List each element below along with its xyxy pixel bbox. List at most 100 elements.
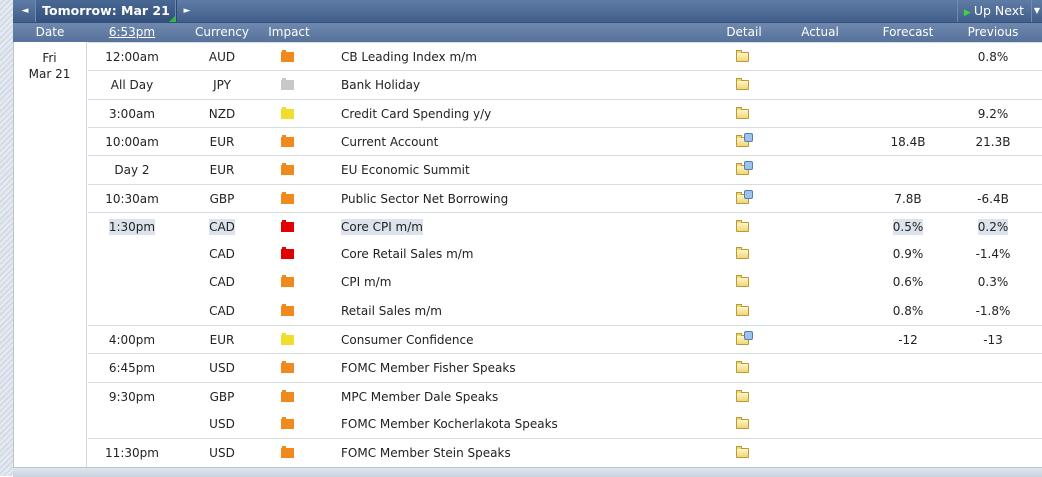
folder-icon[interactable] bbox=[736, 416, 749, 429]
event-row[interactable]: 1:30pm CAD Core CPI m/m 0.5% 0.2% bbox=[88, 211, 1042, 241]
folder-icon[interactable] bbox=[736, 361, 749, 374]
event-row[interactable]: CAD Core Retail Sales m/m 0.9% -1.4% bbox=[88, 240, 1042, 268]
event-currency: JPY bbox=[188, 71, 256, 99]
event-actual bbox=[783, 213, 853, 241]
folder-icon[interactable] bbox=[736, 446, 749, 459]
event-title[interactable]: Credit Card Spending y/y bbox=[341, 100, 701, 128]
impact-cell bbox=[281, 128, 295, 156]
folder-plus-icon[interactable] bbox=[736, 189, 753, 204]
event-title[interactable]: FOMC Member Fisher Speaks bbox=[341, 354, 701, 382]
folder-icon[interactable] bbox=[736, 247, 749, 260]
event-actual bbox=[783, 326, 853, 354]
event-row[interactable]: 12:00am AUD CB Leading Index m/m 0.8% bbox=[88, 42, 1042, 71]
event-time-text: Day 2 bbox=[114, 163, 150, 178]
detail-cell[interactable] bbox=[736, 354, 752, 382]
event-title[interactable]: Core Retail Sales m/m bbox=[341, 240, 701, 268]
menu-caret-icon[interactable]: ▼ bbox=[1031, 0, 1042, 22]
event-previous: 0.8% bbox=[953, 43, 1033, 71]
folder-plus-icon[interactable] bbox=[736, 132, 753, 147]
event-forecast bbox=[868, 100, 948, 128]
next-day-arrow-icon[interactable]: ► bbox=[175, 0, 198, 22]
event-row[interactable]: CAD Retail Sales m/m 0.8% -1.8% bbox=[88, 297, 1042, 325]
detail-cell[interactable] bbox=[736, 213, 752, 241]
event-row[interactable]: 6:45pm USD FOMC Member Fisher Speaks bbox=[88, 353, 1042, 382]
event-title[interactable]: Current Account bbox=[341, 128, 701, 156]
impact-high-icon bbox=[281, 219, 294, 232]
column-time-link[interactable]: 6:53pm bbox=[88, 23, 176, 42]
column-actual: Actual bbox=[801, 25, 839, 39]
detail-cell[interactable] bbox=[736, 71, 752, 99]
event-forecast bbox=[868, 156, 948, 184]
detail-cell[interactable] bbox=[736, 156, 753, 184]
event-row[interactable]: Day 2 EUR EU Economic Summit bbox=[88, 155, 1042, 184]
folder-icon[interactable] bbox=[736, 106, 749, 119]
event-forecast-text: 7.8B bbox=[894, 191, 922, 206]
event-title-text: FOMC Member Kocherlakota Speaks bbox=[341, 416, 558, 431]
event-forecast-text: 18.4B bbox=[890, 134, 926, 149]
event-title[interactable]: EU Economic Summit bbox=[341, 156, 701, 184]
event-title[interactable]: Bank Holiday bbox=[341, 71, 701, 99]
event-previous: 21.3B bbox=[953, 128, 1033, 156]
event-title[interactable]: CB Leading Index m/m bbox=[341, 43, 701, 71]
event-time-text: 12:00am bbox=[105, 50, 159, 64]
event-row[interactable]: 4:00pm EUR Consumer Confidence -12 -13 bbox=[88, 325, 1042, 354]
detail-cell[interactable] bbox=[736, 297, 752, 325]
event-title-text: Current Account bbox=[341, 134, 439, 149]
event-title[interactable]: FOMC Member Stein Speaks bbox=[341, 439, 701, 467]
event-title-text: Consumer Confidence bbox=[341, 333, 474, 347]
impact-cell bbox=[281, 439, 295, 467]
event-forecast bbox=[868, 43, 948, 71]
event-row[interactable]: 9:30pm GBP MPC Member Dale Speaks bbox=[88, 381, 1042, 411]
impact-cell bbox=[281, 383, 295, 411]
folder-icon[interactable] bbox=[736, 275, 749, 288]
event-row[interactable]: 10:30am GBP Public Sector Net Borrowing 7.8… bbox=[88, 183, 1042, 213]
detail-cell[interactable] bbox=[736, 185, 753, 213]
event-title[interactable]: Consumer Confidence bbox=[341, 326, 701, 354]
event-row[interactable]: USD FOMC Member Kocherlakota Speaks bbox=[88, 410, 1042, 438]
event-actual bbox=[783, 128, 853, 156]
folder-icon[interactable] bbox=[736, 219, 749, 232]
event-title[interactable]: Core CPI m/m bbox=[341, 213, 701, 241]
event-row[interactable]: CAD CPI m/m 0.6% 0.3% bbox=[88, 268, 1042, 296]
event-forecast bbox=[868, 410, 948, 438]
event-time bbox=[88, 268, 176, 296]
detail-cell[interactable] bbox=[736, 326, 753, 354]
event-row[interactable]: All Day JPY Bank Holiday bbox=[88, 70, 1042, 99]
previous-day-arrow-icon[interactable]: ◄ bbox=[15, 0, 35, 22]
event-currency-text: EUR bbox=[209, 163, 235, 178]
folder-plus-icon[interactable] bbox=[736, 331, 753, 345]
folder-icon[interactable] bbox=[736, 389, 749, 402]
event-time-text: 4:00pm bbox=[108, 333, 156, 347]
up-next-button[interactable]: ▶ Up Next bbox=[956, 0, 1032, 22]
detail-cell[interactable] bbox=[736, 240, 752, 268]
event-title[interactable]: CPI m/m bbox=[341, 268, 701, 296]
event-time bbox=[88, 297, 176, 325]
event-title[interactable]: MPC Member Dale Speaks bbox=[341, 383, 701, 411]
event-title[interactable]: Public Sector Net Borrowing bbox=[341, 185, 701, 213]
detail-cell[interactable] bbox=[736, 128, 753, 156]
folder-icon[interactable] bbox=[736, 78, 749, 91]
event-title[interactable]: FOMC Member Kocherlakota Speaks bbox=[341, 410, 701, 438]
column-forecast: Forecast bbox=[882, 25, 934, 39]
event-previous: -13 bbox=[953, 326, 1033, 354]
event-currency: USD bbox=[188, 439, 256, 467]
detail-cell[interactable] bbox=[736, 43, 752, 71]
detail-cell[interactable] bbox=[736, 439, 752, 467]
event-row[interactable]: 11:30pm USD FOMC Member Stein Speaks bbox=[88, 438, 1042, 467]
event-time: 1:30pm bbox=[88, 213, 176, 241]
event-currency: AUD bbox=[188, 43, 256, 71]
event-title[interactable]: Retail Sales m/m bbox=[341, 297, 701, 325]
folder-plus-icon[interactable] bbox=[736, 161, 753, 176]
detail-cell[interactable] bbox=[736, 383, 752, 411]
event-currency-text: CAD bbox=[209, 275, 235, 290]
folder-icon[interactable] bbox=[736, 50, 749, 62]
detail-cell[interactable] bbox=[736, 268, 752, 296]
event-currency: EUR bbox=[188, 128, 256, 156]
event-time-text: 11:30pm bbox=[105, 446, 159, 461]
detail-cell[interactable] bbox=[736, 100, 752, 128]
event-row[interactable]: 3:00am NZD Credit Card Spending y/y 9.2% bbox=[88, 98, 1042, 128]
event-row[interactable]: 10:00am EUR Current Account 18.4B 21.3B bbox=[88, 126, 1042, 156]
event-time-text: 10:00am bbox=[105, 134, 159, 149]
detail-cell[interactable] bbox=[736, 410, 752, 438]
folder-icon[interactable] bbox=[736, 303, 749, 316]
